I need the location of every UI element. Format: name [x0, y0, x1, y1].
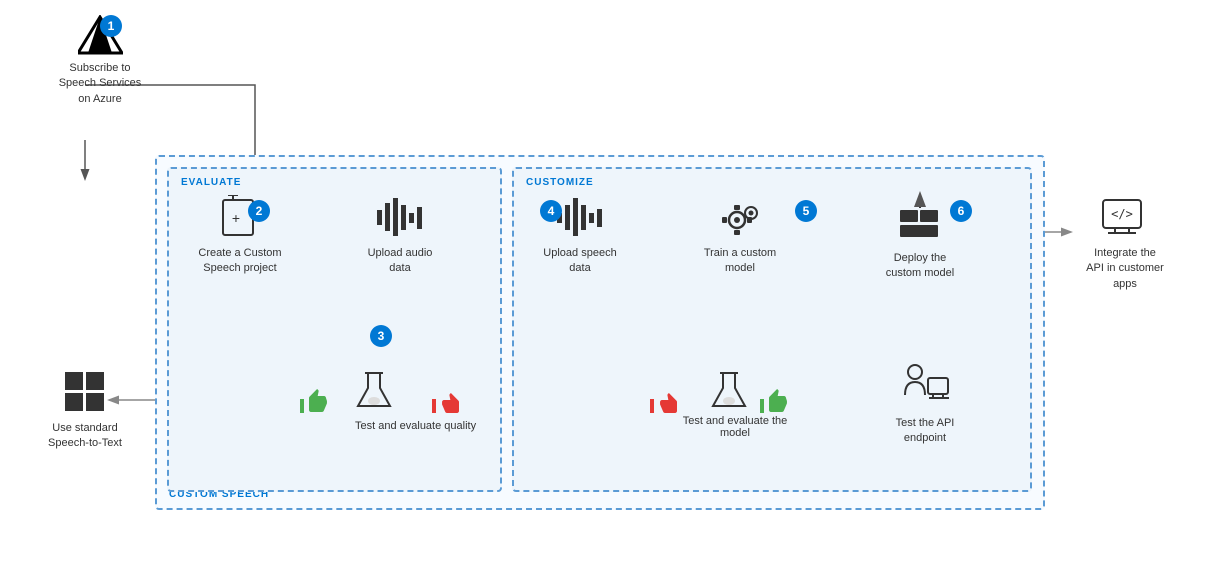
diagram-container: Subscribe to Speech Services on Azure 1 … — [0, 0, 1231, 566]
test-api-label: Test the API endpoint — [896, 416, 955, 447]
customize-label: CUSTOMIZE — [526, 177, 594, 188]
flask-model-icon — [710, 368, 748, 418]
integrate-api-label: Integrate the API in customer apps — [1086, 246, 1164, 292]
badge-5: 5 — [795, 200, 817, 222]
step2-node: + Create a Custom Speech project — [195, 195, 285, 277]
step4-label: Upload speech data — [543, 246, 616, 277]
speech-wave-icon — [555, 195, 605, 240]
badge-4: 4 — [540, 200, 562, 222]
audio-wave-icon — [375, 195, 425, 240]
integrate-api-node: </> Integrate the API in customer apps — [1075, 195, 1175, 292]
integrate-icon: </> — [1100, 195, 1150, 240]
svg-text:</>: </> — [1111, 207, 1133, 221]
svg-text:+: + — [231, 210, 239, 226]
badge-3: 3 — [370, 325, 392, 347]
gear-icon — [715, 195, 765, 240]
test-api-node: Test the API endpoint — [880, 360, 970, 447]
thumb-up-model — [758, 385, 788, 420]
standard-speech-icon — [63, 370, 108, 415]
badge-1: 1 — [100, 15, 122, 37]
deploy-icon — [895, 190, 945, 245]
standard-speech-label: Use standard Speech-to-Text — [48, 421, 122, 452]
upload-audio-node: Upload audio data — [355, 195, 445, 277]
api-endpoint-icon — [900, 360, 950, 410]
evaluate-label: EVALUATE — [181, 177, 241, 188]
upload-audio-label: Upload audio data — [368, 246, 433, 277]
step6-deploy-label: Deploy the custom model — [886, 251, 954, 282]
step5-train-label: Train a custom model — [704, 246, 776, 277]
test-evaluate-label: Test and evaluate quality — [355, 420, 476, 432]
standard-speech-node: Use standard Speech-to-Text — [35, 370, 135, 452]
step1-label: Subscribe to Speech Services on Azure — [59, 61, 142, 107]
badge-6: 6 — [950, 200, 972, 222]
train-model-node: Train a custom model — [695, 195, 785, 277]
step2-label: Create a Custom Speech project — [198, 246, 281, 277]
thumb-up-evaluate — [298, 385, 328, 420]
badge-2: 2 — [248, 200, 270, 222]
thumb-down-evaluate — [430, 385, 460, 420]
thumb-down-model — [648, 385, 678, 420]
